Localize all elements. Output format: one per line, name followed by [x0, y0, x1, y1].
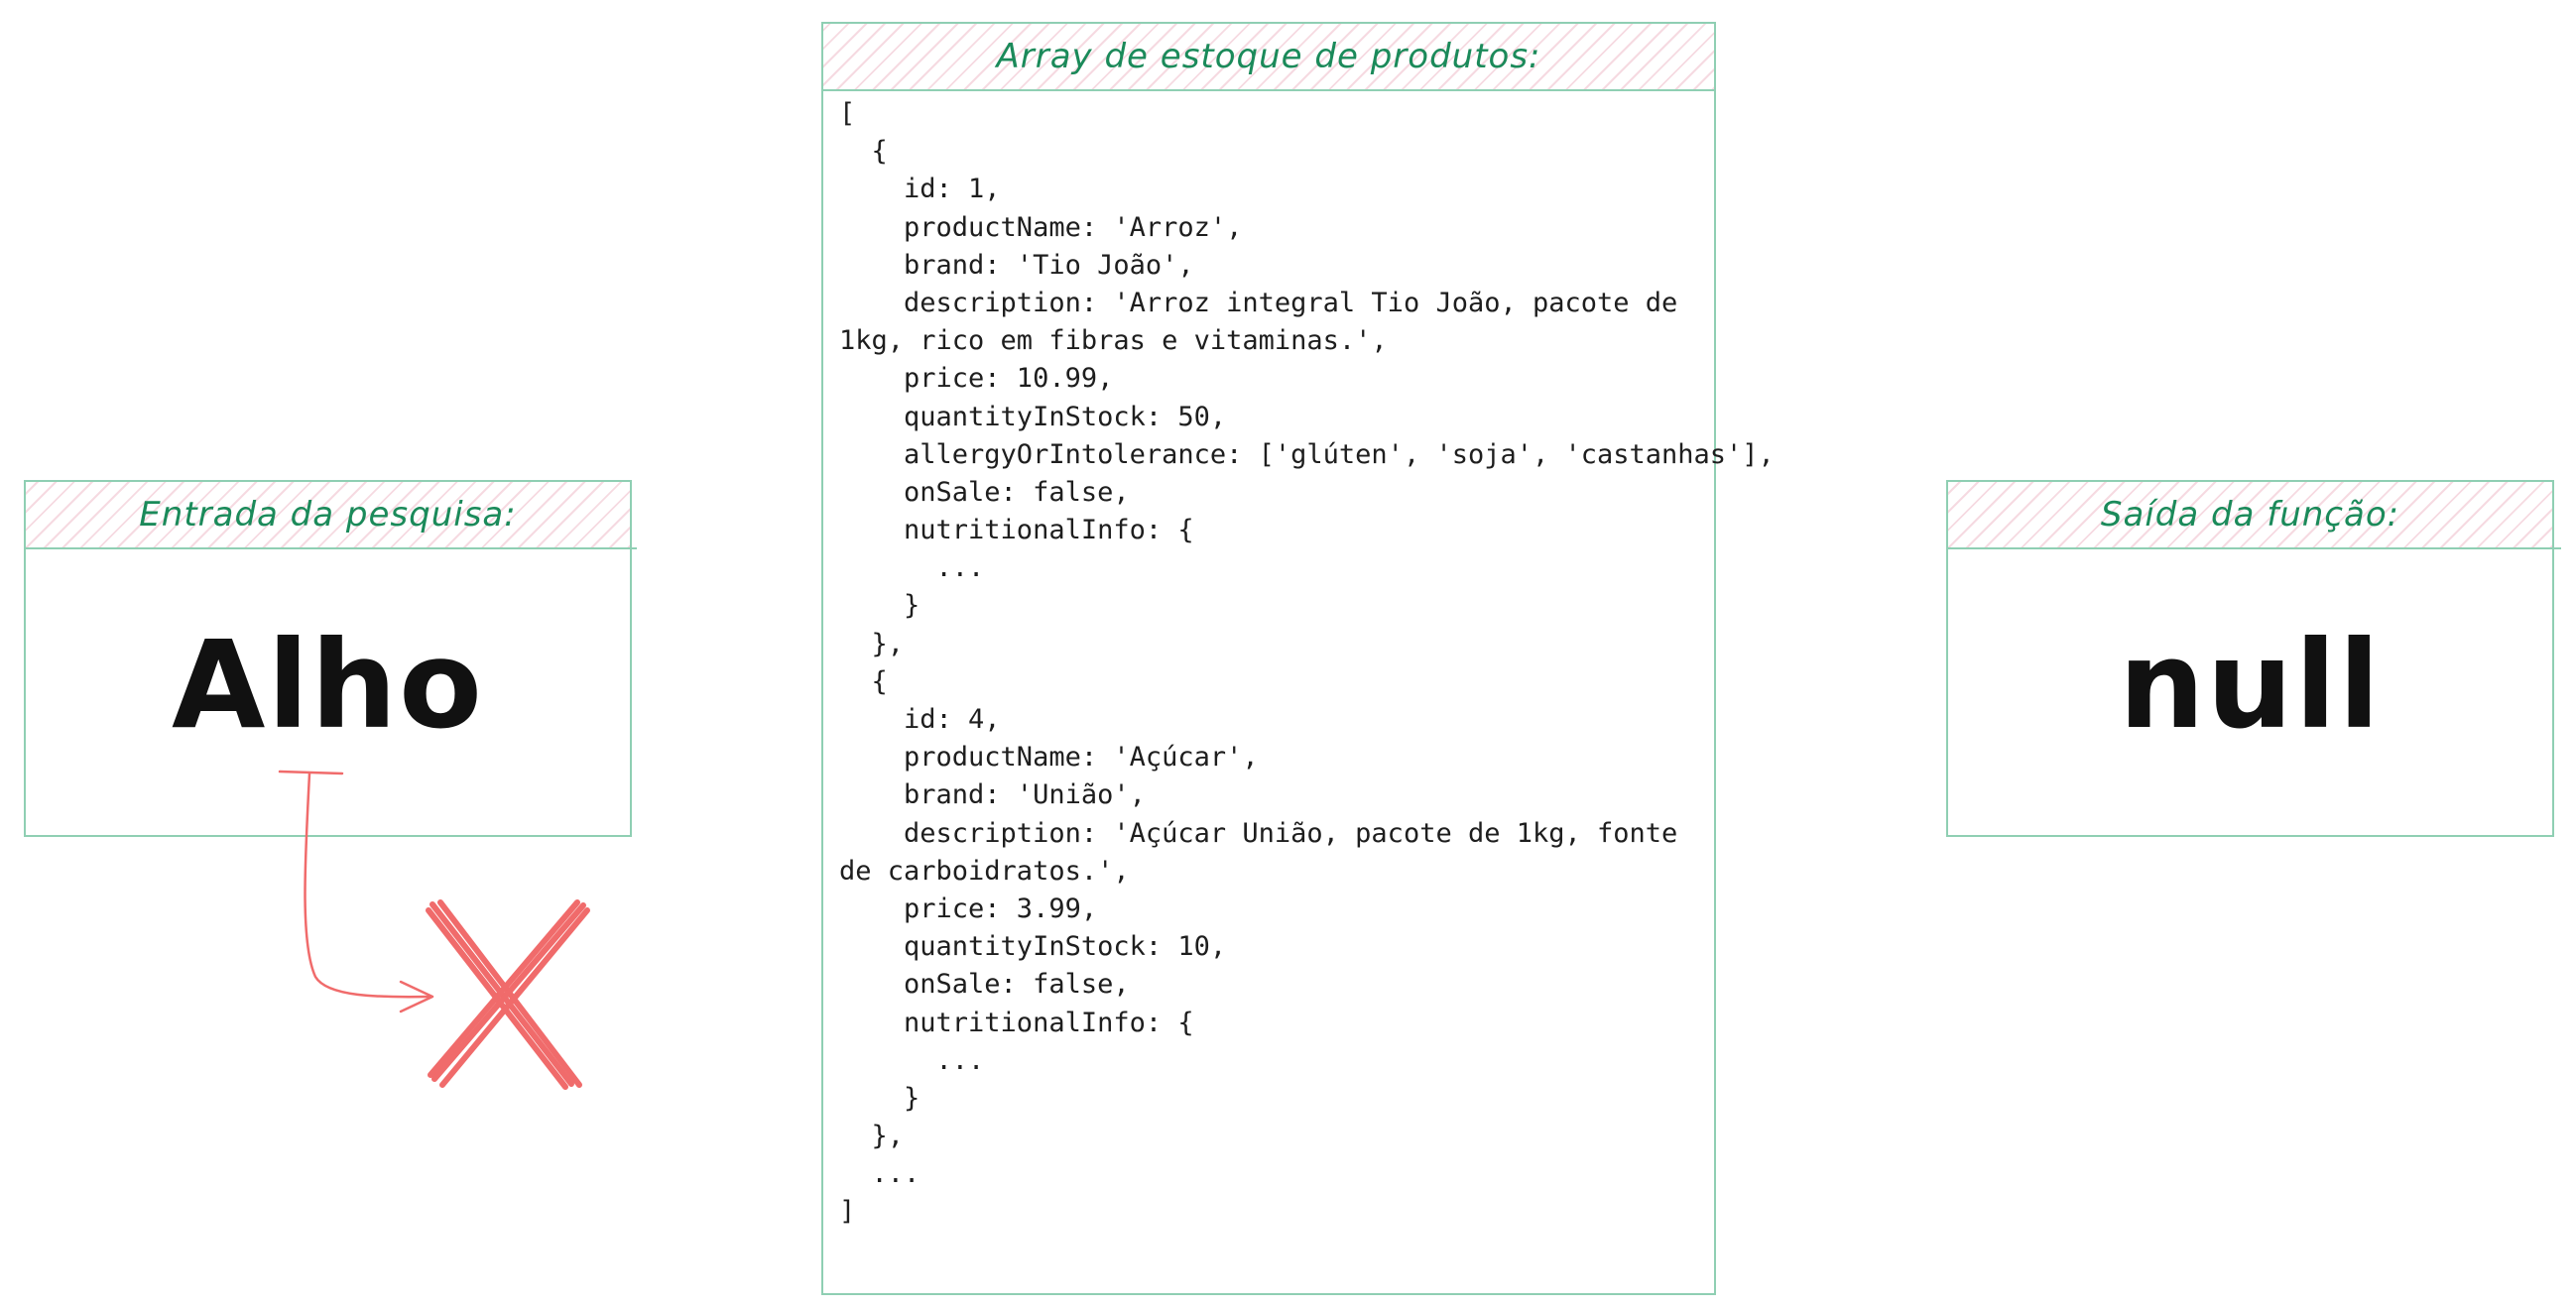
- code-line: id: 4,: [839, 704, 1001, 735]
- code-line: productName: 'Arroz',: [839, 211, 1243, 243]
- code-line: quantityInStock: 50,: [839, 401, 1227, 432]
- code-line: price: 3.99,: [839, 893, 1098, 924]
- input-header-line-extension: [631, 547, 637, 549]
- function-output-panel: Saída da função: null: [1946, 480, 2554, 837]
- code-line: [: [839, 98, 856, 129]
- product-array-title: Array de estoque de produtos:: [996, 37, 1541, 76]
- code-line: description: 'Arroz integral Tio João, p…: [839, 287, 1678, 318]
- code-line: de carboidratos.',: [839, 855, 1130, 887]
- search-input-value: Alho: [172, 615, 484, 756]
- code-line: nutritionalInfo: {: [839, 1007, 1194, 1038]
- function-output-title: Saída da função:: [2100, 495, 2400, 535]
- code-line: productName: 'Açúcar',: [839, 742, 1259, 774]
- code-line: description: 'Açúcar União, pacote de 1k…: [839, 817, 1678, 849]
- code-line: price: 10.99,: [839, 363, 1114, 395]
- code-line: ...: [839, 1044, 985, 1076]
- product-array-code: [ { id: 1, productName: 'Arroz', brand: …: [839, 95, 1775, 1232]
- code-line: ...: [839, 552, 985, 584]
- code-line: allergyOrIntolerance: ['glúten', 'soja',…: [839, 438, 1775, 470]
- code-line: 1kg, rico em fibras e vitaminas.',: [839, 325, 1388, 357]
- code-line: id: 1,: [839, 174, 1001, 205]
- function-output-value: null: [2118, 615, 2383, 756]
- code-line: {: [839, 136, 888, 168]
- code-line: },: [839, 1121, 905, 1152]
- code-line: quantityInStock: 10,: [839, 931, 1227, 963]
- code-line: brand: 'Tio João',: [839, 249, 1194, 281]
- output-header-line-extension: [2553, 547, 2561, 549]
- cross-icon: [426, 899, 590, 1090]
- function-output-header: Saída da função:: [1948, 482, 2552, 549]
- code-line: {: [839, 665, 888, 697]
- code-line: onSale: false,: [839, 969, 1130, 1001]
- code-line: onSale: false,: [839, 476, 1130, 508]
- code-line: }: [839, 1082, 920, 1114]
- code-line: brand: 'União',: [839, 779, 1146, 811]
- search-input-header: Entrada da pesquisa:: [26, 482, 630, 549]
- code-line: ...: [839, 1158, 920, 1190]
- code-line: nutritionalInfo: {: [839, 515, 1194, 546]
- code-line: ]: [839, 1196, 856, 1228]
- code-line: }: [839, 590, 920, 622]
- code-line: },: [839, 628, 905, 659]
- product-array-header: Array de estoque de produtos:: [823, 24, 1714, 91]
- search-input-panel: Entrada da pesquisa: Alho: [24, 480, 632, 837]
- search-input-title: Entrada da pesquisa:: [139, 495, 517, 535]
- product-array-panel: Array de estoque de produtos: [ { id: 1,…: [821, 22, 1775, 1295]
